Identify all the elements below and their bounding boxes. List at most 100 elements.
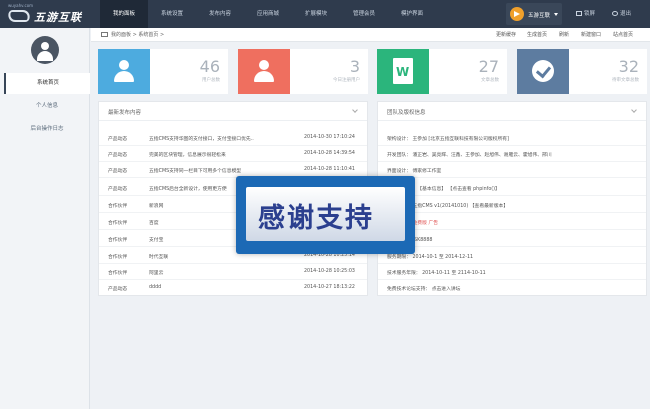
lock-icon <box>576 11 582 16</box>
stat-label: 用户总数 <box>202 78 220 83</box>
avatar-head <box>41 42 49 50</box>
row-title[interactable]: 支付宝 <box>149 236 163 243</box>
info-row[interactable]: 免费技术论坛支持： 点击进入讲坛 <box>378 280 646 296</box>
info-row: 界面设计： 傅家修工作室 <box>378 162 646 178</box>
team-info-panel: 团队及版权信息 架构设计： 王参加 [北京五指互联科技有限公司版权所有] 开发团… <box>377 101 647 296</box>
info-text: 架构设计： 王参加 [北京五指互联科技有限公司版权所有] <box>387 137 509 142</box>
row-title[interactable]: 百度 <box>149 219 159 226</box>
row-category: 合作伙伴 <box>108 271 128 276</box>
row-title[interactable]: 五指CMS支持同一栏目下可用多个信息模型 <box>149 167 241 174</box>
reload-button[interactable]: 刷新 <box>559 31 569 38</box>
row-time: 2014-10-30 17:10:24 <box>304 135 355 140</box>
row-title[interactable]: 时代互联 <box>149 253 168 260</box>
sidebar-item-profile[interactable]: 个人信息 <box>4 96 90 117</box>
row-title[interactable]: 五指CMS后台全新设计，使用更方便 <box>149 185 227 192</box>
row-category: 合作伙伴 <box>108 221 128 226</box>
row-title[interactable]: 阿里云 <box>149 269 163 276</box>
info-text: 服务期限： 2014-10-1 至 2014-12-11 <box>387 255 474 260</box>
site-home-button[interactable]: 站点首页 <box>613 31 633 38</box>
logo-tagline: wuyahv.com <box>8 3 34 8</box>
monitor-icon <box>101 32 108 37</box>
lock-screen-button[interactable]: 锁屏 <box>576 0 595 28</box>
nav-item-templates[interactable]: 模护界面 <box>388 0 436 28</box>
row-category: 产品动态 <box>108 187 128 192</box>
user-menu[interactable]: 五游互联 <box>506 3 562 25</box>
stat-label: 文章总数 <box>481 78 499 83</box>
user-icon <box>98 49 150 94</box>
sidebar: 系统首页 个人信息 后台操作日志 <box>0 28 90 409</box>
stat-card-today-registrations[interactable]: 3 今日注册用户 <box>238 49 368 94</box>
row-time: 2014-10-28 10:25:03 <box>304 269 355 274</box>
row-title[interactable]: 五指CMS支持华图的支付接口，支付宝接口优先.. <box>149 135 254 142</box>
nav-item-system-settings[interactable]: 系统设置 <box>148 0 196 28</box>
info-row[interactable]: 服务器信息： 【基本信息】 【点击查看 phpinfo()】 <box>378 180 646 196</box>
new-window-button[interactable]: 新建窗口 <box>581 31 601 38</box>
info-text: 技术服务年限： 2014-10-11 至 2114-10-11 <box>387 271 486 276</box>
lock-label: 锁屏 <box>584 11 596 17</box>
nav-item-members[interactable]: 管理会员 <box>340 0 388 28</box>
panel-title: 最新发布内容 <box>108 110 142 116</box>
row-category: 产品动态 <box>108 137 128 142</box>
stat-value: 46 <box>199 57 220 76</box>
panel-title: 团队及版权信息 <box>387 110 426 116</box>
row-time: 2014-10-27 18:13:22 <box>304 285 355 290</box>
stat-label: 今日注册用户 <box>333 78 360 83</box>
row-title[interactable]: 新浪网 <box>149 202 163 209</box>
table-row[interactable]: 产品动态 完美的区块管理，信息展示很轻松来 2014-10-28 14:39:54 <box>99 146 367 162</box>
info-row[interactable]: 版本信息： 五指CMS v1(20141010) 【查看最新版本】 <box>378 197 646 213</box>
info-row: 授权码： 5ASK8888 <box>378 231 646 247</box>
refresh-cache-button[interactable]: 更新缓存 <box>496 31 516 38</box>
check-circle-icon <box>517 49 569 94</box>
chevron-down-icon <box>554 13 558 16</box>
row-category: 产品动态 <box>108 153 128 158</box>
row-category: 合作伙伴 <box>108 255 128 260</box>
stat-card-pending-articles[interactable]: 32 待审文章总数 <box>517 49 647 94</box>
user-icon <box>238 49 290 94</box>
info-row: 服务期限： 2014-10-1 至 2014-12-11 <box>378 248 646 264</box>
generate-home-button[interactable]: 生成首页 <box>527 31 547 38</box>
thanks-text: 感谢支持 <box>258 203 374 234</box>
info-row: 授权类型： 免费版 广告 <box>378 214 646 230</box>
row-category: 产品动态 <box>108 287 128 292</box>
stat-card-users[interactable]: 46 用户总数 <box>98 49 228 94</box>
nav-item-my-panel[interactable]: 我的面板 <box>100 0 148 28</box>
thanks-banner-inner: 感谢支持 <box>246 187 405 241</box>
panel-header: 最新发布内容 <box>99 102 367 121</box>
chevron-down-icon[interactable] <box>631 107 637 113</box>
logout-label: 退出 <box>620 11 632 17</box>
row-category: 产品动态 <box>108 169 128 174</box>
nav-item-publish[interactable]: 发布内容 <box>196 0 244 28</box>
breadcrumb-trail[interactable]: 我的面板 > 系统首页 > <box>111 31 164 38</box>
sidebar-item-home[interactable]: 系统首页 <box>4 73 90 94</box>
stat-card-articles[interactable]: W 27 文章总数 <box>377 49 507 94</box>
info-row: 架构设计： 王参加 [北京五指互联科技有限公司版权所有] <box>378 130 646 146</box>
sidebar-item-logs[interactable]: 后台操作日志 <box>4 119 90 140</box>
stat-value: 27 <box>478 57 499 76</box>
main-nav: 我的面板 系统设置 发布内容 应用商城 扩展模块 管理会员 模护界面 <box>100 0 436 28</box>
logout-button[interactable]: 退出 <box>612 0 631 28</box>
thanks-banner: 感谢支持 <box>236 176 415 254</box>
stat-value: 3 <box>349 57 360 76</box>
row-title[interactable]: dddd <box>149 285 161 290</box>
logo[interactable]: wuyahv.com 五游互联 <box>6 3 88 25</box>
table-row[interactable]: 合作伙伴 阿里云 2014-10-28 10:25:03 <box>99 264 367 280</box>
user-avatar-icon <box>510 7 524 21</box>
info-text[interactable]: 免费技术论坛支持： 点击进入讲坛 <box>387 285 460 292</box>
user-name: 五游互联 <box>528 13 551 19</box>
logo-mark-icon <box>6 10 32 22</box>
table-row[interactable]: 产品动态 dddd 2014-10-27 18:13:22 <box>99 280 367 296</box>
nav-item-extensions[interactable]: 扩展模块 <box>292 0 340 28</box>
info-text: 界面设计： 傅家修工作室 <box>387 169 442 174</box>
avatar[interactable] <box>31 36 59 64</box>
stat-label: 待审文章总数 <box>612 78 639 83</box>
panel-header: 团队及版权信息 <box>378 102 646 121</box>
chevron-down-icon[interactable] <box>352 107 358 113</box>
info-text: 开发团队： 潘正岩、吴亮辉、汪鑫、王参加、赵旭伟、谢雁云、霍旭伟、邢川 <box>387 153 552 158</box>
table-row[interactable]: 产品动态 五指CMS支持华图的支付接口，支付宝接口优先.. 2014-10-30 1… <box>99 130 367 146</box>
row-time: 2014-10-28 11:10:41 <box>304 167 355 172</box>
info-row: 技术服务年限： 2014-10-11 至 2114-10-11 <box>378 264 646 280</box>
stat-value: 32 <box>618 57 639 76</box>
nav-item-app-store[interactable]: 应用商城 <box>244 0 292 28</box>
breadcrumb: 我的面板 > 系统首页 > 更新缓存 生成首页 刷新 新建窗口 站点首页 <box>91 28 650 42</box>
row-title[interactable]: 完美的区块管理，信息展示很轻松来 <box>149 151 226 158</box>
